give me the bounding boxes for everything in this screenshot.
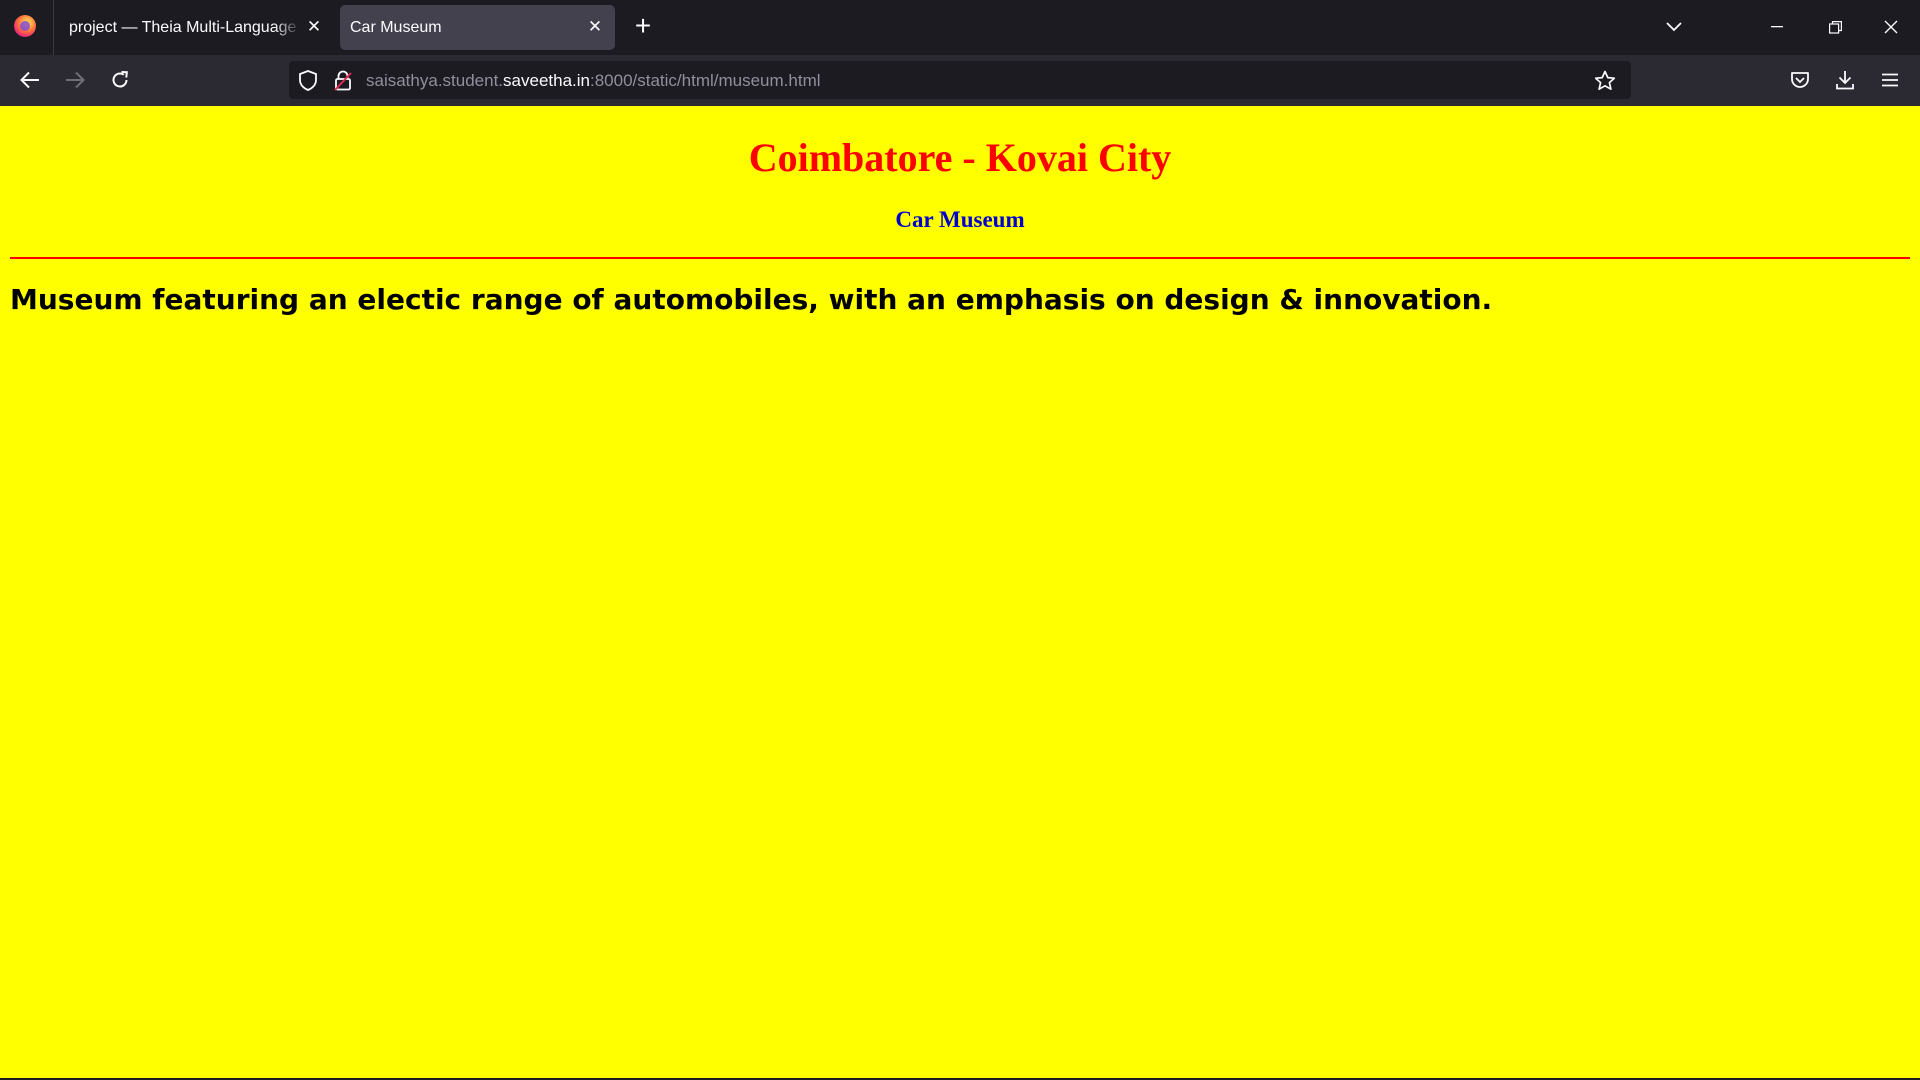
bookmark-star-icon[interactable] — [1589, 64, 1621, 96]
navigation-toolbar: saisathya.student.saveetha.in:8000/stati… — [0, 55, 1920, 105]
browser-window: project — Theia Multi-Language Example ✕… — [0, 0, 1920, 1080]
tab-project-theia[interactable]: project — Theia Multi-Language Example ✕ — [58, 5, 328, 50]
restore-icon[interactable] — [1819, 12, 1851, 42]
horizontal-rule — [10, 257, 1910, 259]
new-tab-plus-icon[interactable]: + — [632, 12, 654, 41]
reload-icon[interactable] — [104, 64, 136, 96]
list-all-tabs-chevron-icon[interactable] — [1658, 12, 1690, 42]
close-window-icon[interactable] — [1875, 12, 1907, 42]
insecure-lock-icon[interactable] — [327, 64, 359, 96]
address-bar[interactable]: saisathya.student.saveetha.in:8000/stati… — [289, 61, 1631, 99]
web-page: Coimbatore - Kovai City Car Museum Museu… — [0, 105, 1920, 1078]
firefox-menu-icon[interactable] — [14, 15, 36, 37]
tab-title: project — Theia Multi-Language Example — [69, 18, 299, 36]
hamburger-menu-icon[interactable] — [1874, 64, 1906, 96]
page-title: Coimbatore - Kovai City — [748, 135, 1172, 180]
close-tab-icon[interactable]: ✕ — [585, 17, 605, 37]
tab-separator — [53, 0, 54, 55]
forward-arrow-icon[interactable] — [59, 64, 91, 96]
back-arrow-icon[interactable] — [14, 64, 46, 96]
tab-strip: project — Theia Multi-Language Example ✕… — [0, 0, 1920, 55]
minimize-icon[interactable] — [1761, 12, 1793, 42]
page-subtitle: Car Museum — [895, 207, 1025, 232]
url-text[interactable]: saisathya.student.saveetha.in:8000/stati… — [366, 71, 821, 91]
downloads-icon[interactable] — [1829, 64, 1861, 96]
museum-description: Museum featuring an electic range of aut… — [10, 283, 1493, 316]
tab-title: Car Museum — [350, 18, 442, 36]
pocket-icon[interactable] — [1784, 64, 1816, 96]
tracking-shield-icon[interactable] — [292, 64, 324, 96]
close-tab-icon[interactable]: ✕ — [304, 17, 324, 37]
tab-car-museum[interactable]: Car Museum ✕ — [340, 5, 615, 50]
